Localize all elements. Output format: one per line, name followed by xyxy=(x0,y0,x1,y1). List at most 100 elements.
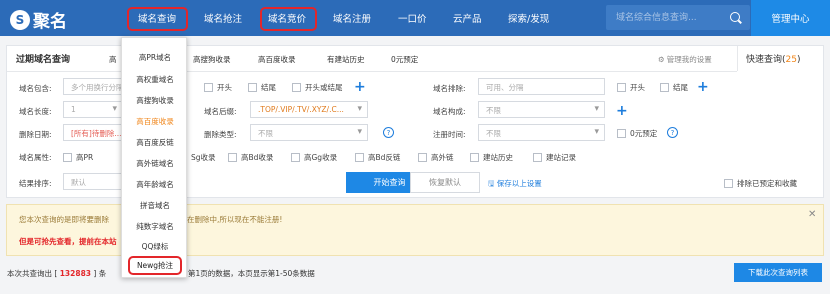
delete-date-select[interactable]: [所有]待删除... xyxy=(63,124,123,141)
tab-partial[interactable]: 高 xyxy=(109,54,117,65)
quick-query-label: 快速查询 xyxy=(746,55,783,65)
exclude-start-checkbox[interactable]: 开头 xyxy=(617,82,645,93)
domain-length-label: 域名长度: xyxy=(19,107,52,116)
domain-attr-label: 域名属性: xyxy=(19,153,52,162)
domain-suffix-select[interactable]: .TOP/.VIP/.TV/.XYZ/.C... xyxy=(250,101,368,118)
checkbox-label: 建站历史 xyxy=(483,153,513,162)
attr-high-gg-checkbox[interactable]: 高Gg收录 xyxy=(291,152,337,163)
contains-end-checkbox[interactable]: 结尾 xyxy=(248,82,276,93)
page-title[interactable]: 过期域名查询 xyxy=(16,52,70,65)
attr-build-record-checkbox[interactable]: 建站记录 xyxy=(533,152,576,163)
logo-icon: S xyxy=(10,9,30,30)
contains-start-or-end-checkbox[interactable]: 开头或结尾 xyxy=(292,82,343,93)
checkbox-label: 高PR xyxy=(76,153,94,162)
nav-cloud-products[interactable]: 云产品 xyxy=(453,11,482,25)
menu-item-high-baidu-backlink[interactable]: 高百度反链 xyxy=(122,137,188,148)
nav-domain-register[interactable]: 域名注册 xyxy=(333,11,371,25)
attr-high-bd-checkbox[interactable]: 高Bd收录 xyxy=(228,152,273,163)
domain-exclude-input[interactable]: 可用、分隔 xyxy=(478,78,605,95)
help-icon[interactable]: ? xyxy=(667,127,678,138)
nav-fixed-price[interactable]: 一口价 xyxy=(398,11,427,25)
domain-exclude-label: 域名排除: xyxy=(433,84,466,93)
search-box xyxy=(606,5,750,30)
exclude-reserved-checkbox[interactable]: 排除已预定和收藏 xyxy=(724,178,797,189)
checkbox-label: 高外链 xyxy=(431,153,454,162)
menu-item-high-pr[interactable]: 高PR域名 xyxy=(122,52,188,63)
result-suffix: ] 条 xyxy=(93,269,107,278)
result-summary: 本次共查询出 [ 132883 ] 条 xyxy=(7,268,106,279)
checkbox-label: 高Bd反链 xyxy=(368,153,401,162)
checkbox-label: 建站记录 xyxy=(546,153,576,162)
menu-item-pinyin[interactable]: 拼音域名 xyxy=(122,200,188,211)
attr-high-outlink-checkbox[interactable]: 高外链 xyxy=(418,152,454,163)
domain-contains-input[interactable]: 多个用换行分隔 xyxy=(63,78,123,95)
notice-line-1b: 在删除中,所以现在不能注册! xyxy=(187,215,283,224)
zero-reserve-checkbox[interactable]: 0元预定 xyxy=(617,128,657,139)
attr-build-history-checkbox[interactable]: 建站历史 xyxy=(470,152,513,163)
attr-sg-checkbox[interactable]: Sg收录 xyxy=(191,152,216,163)
top-nav-bar: S 聚名 域名查询 域名抢注 域名竞价 域名注册 一口价 云产品 探索/发现 管… xyxy=(0,0,830,36)
checkbox-label: 结尾 xyxy=(673,83,688,92)
add-structure-icon[interactable]: + xyxy=(616,104,628,118)
logo-text: 聚名 xyxy=(33,12,67,32)
nav-explore[interactable]: 探索/发现 xyxy=(508,11,549,25)
management-center-button[interactable]: 管理中心 xyxy=(751,0,830,36)
attr-high-pr-checkbox[interactable]: 高PR xyxy=(63,152,93,163)
notice-line-1: 您本次查询的是即将要删除 xyxy=(19,215,109,224)
contains-start-checkbox[interactable]: 开头 xyxy=(204,82,232,93)
nav-domain-snatch[interactable]: 域名抢注 xyxy=(204,11,242,25)
manage-settings-label: 管理我的设置 xyxy=(666,55,712,64)
domain-length-select[interactable]: 1 xyxy=(63,101,123,118)
search-input[interactable] xyxy=(616,10,721,25)
menu-item-high-age[interactable]: 高年龄域名 xyxy=(122,179,188,190)
attr-high-bd-backlink-checkbox[interactable]: 高Bd反链 xyxy=(355,152,400,163)
manage-settings-link[interactable]: ⚙ 管理我的设置 xyxy=(656,54,712,65)
search-icon[interactable] xyxy=(730,12,740,22)
domain-suffix-label: 域名后缀: xyxy=(204,107,237,116)
download-list-button[interactable]: 下载此次查询列表 xyxy=(734,263,822,282)
checkbox-label: 开头 xyxy=(217,83,232,92)
menu-item-high-sogou[interactable]: 高搜狗收录 xyxy=(122,95,188,106)
checkbox-label: 开头 xyxy=(630,83,645,92)
menu-item-qq-green[interactable]: QQ绿标 xyxy=(122,241,188,252)
sort-label: 结果排序: xyxy=(19,179,52,188)
tab-build-history[interactable]: 有建站历史 xyxy=(327,54,365,65)
menu-item-high-baidu[interactable]: 高百度收录 xyxy=(122,116,188,127)
tab-high-baidu[interactable]: 高百度收录 xyxy=(258,54,296,65)
checkbox-label: 开头或结尾 xyxy=(305,83,343,92)
close-icon[interactable]: ✕ xyxy=(808,209,816,220)
logo[interactable]: S 聚名 xyxy=(10,7,67,32)
quick-query-title[interactable]: 快速查询(25) xyxy=(746,52,801,65)
reg-time-select[interactable]: 不限 xyxy=(478,124,605,141)
save-icon: 🖫 xyxy=(488,179,495,188)
menu-item-pure-number[interactable]: 纯数字域名 xyxy=(122,221,188,232)
add-contains-icon[interactable]: + xyxy=(354,80,366,94)
add-exclude-icon[interactable]: + xyxy=(697,80,709,94)
checkbox-label: 0元预定 xyxy=(630,129,658,138)
save-settings-label: 保存以上设置 xyxy=(496,179,542,188)
reset-default-button[interactable]: 恢复默认 xyxy=(410,172,480,193)
menu-item-high-weight[interactable]: 高权重域名 xyxy=(122,74,188,85)
save-settings-link[interactable]: 🖫 保存以上设置 xyxy=(488,178,542,191)
reg-time-label: 注册时间: xyxy=(433,130,466,139)
menu-item-newg-snatch[interactable]: Newg抢注 xyxy=(128,256,182,275)
tab-high-sogou[interactable]: 高搜狗收录 xyxy=(193,54,231,65)
result-prefix: 本次共查询出 [ xyxy=(7,269,58,278)
checkbox-label: 高Bd收录 xyxy=(241,153,274,162)
quick-divider xyxy=(737,46,738,71)
domain-structure-select[interactable]: 不限 xyxy=(478,101,605,118)
highlight-box-domain-auction xyxy=(260,7,317,31)
help-icon[interactable]: ? xyxy=(383,127,394,138)
domain-query-dropdown: 高PR域名 高权重域名 高搜狗收录 高百度收录 高百度反链 高外链域名 高年龄域… xyxy=(121,37,187,278)
sort-select[interactable]: 默认 xyxy=(63,173,123,190)
domain-structure-label: 域名构成: xyxy=(433,107,466,116)
tab-zero-reserve[interactable]: 0元预定 xyxy=(391,54,418,65)
quick-query-count: 25 xyxy=(785,55,797,65)
notice-line-2: 但是可抢先查看，提前在本站 xyxy=(19,237,117,246)
domain-contains-label: 域名包含: xyxy=(19,84,52,93)
result-count: 132883 xyxy=(59,269,92,278)
menu-item-high-outlink[interactable]: 高外链域名 xyxy=(122,158,188,169)
checkbox-label: 排除已预定和收藏 xyxy=(737,179,797,188)
exclude-end-checkbox[interactable]: 结尾 xyxy=(660,82,688,93)
delete-type-select[interactable]: 不限 xyxy=(250,124,368,141)
